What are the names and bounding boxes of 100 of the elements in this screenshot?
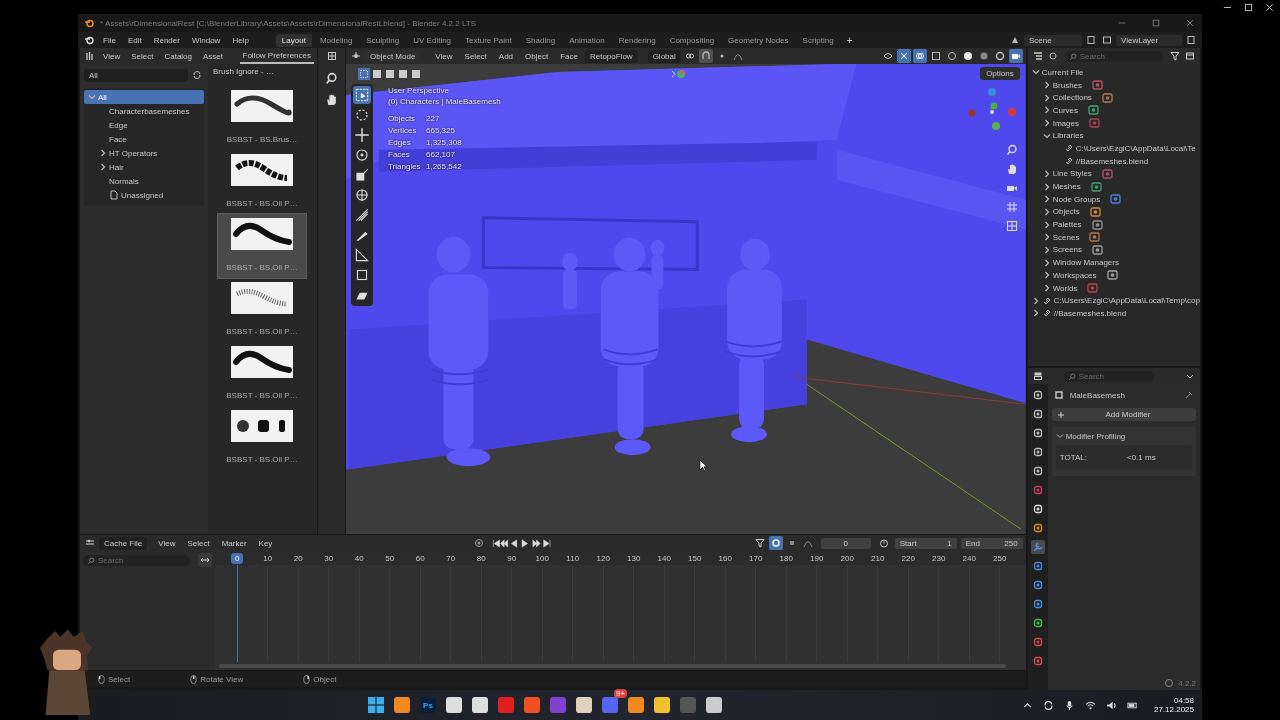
mode-dropdown[interactable]: Object Mode [365,49,421,63]
grid-icon[interactable] [1005,201,1018,213]
menu-item[interactable]: Select [126,50,159,62]
menu-item[interactable]: Select [459,50,492,62]
addon-menu-dropdown[interactable]: RetopoFlow [584,49,638,63]
menu-item[interactable]: Edit [122,34,147,46]
outliner-item[interactable]: Brushes [1027,78,1200,92]
playhead-frame-marker[interactable]: 0 [231,552,244,564]
selection-mode-icon[interactable] [410,68,422,80]
editor-dropdown[interactable]: Cache File [99,536,148,550]
outliner-item[interactable]: Objects [1027,205,1200,219]
brush-asset[interactable]: BSBST - BS.Oil P… [218,342,306,406]
brush-asset[interactable]: BSBST - BS.Brus… [218,86,306,150]
sync-icon[interactable] [1042,699,1054,711]
menu-item[interactable]: Add [493,50,519,62]
measure-tool-icon[interactable] [353,246,371,264]
move-tool-icon[interactable] [353,126,371,144]
zoom-icon[interactable] [1005,144,1018,156]
hand-icon[interactable] [1005,163,1018,175]
brush-asset[interactable]: BSBST - BS.Oil P… [218,214,306,278]
menu-item[interactable]: Select [182,537,215,549]
outliner-item[interactable]: Scenes [1027,230,1200,244]
workspace-tab[interactable]: Animation [563,33,611,47]
outliner-item[interactable]: Curves [1027,104,1200,117]
outliner-item[interactable]: C:\Users\EzgiC\AppData\Local\Temp\cop [1027,294,1200,308]
new-collection-icon[interactable] [1183,49,1197,63]
swap-icon[interactable] [198,553,212,567]
cursor-tool-icon[interactable] [353,106,371,124]
menu-item[interactable]: Window [186,34,226,46]
search-field[interactable]: Search [83,554,190,566]
outliner-item[interactable]: Meshes [1027,180,1200,193]
menu-item[interactable]: Catalog [159,50,197,62]
workspace-tab[interactable]: Rendering [612,33,662,47]
workspace-tab[interactable]: UV Editing [407,33,458,47]
start-taskbar-icon[interactable] [368,697,384,713]
outliner-item[interactable]: Window Managers [1027,256,1200,269]
zoom-icon[interactable] [325,72,338,85]
outliner-item[interactable]: Screens [1027,243,1200,257]
modifiers-tab-icon[interactable] [1030,540,1045,554]
outliner-item[interactable]: C:\Users\EzgiC\AppData\Local\Te [1027,142,1200,155]
photoshop-taskbar-icon[interactable]: Ps [420,697,436,713]
selection-mode-icon[interactable] [397,68,409,80]
search-field[interactable]: Search [1064,50,1163,62]
workspace-tab[interactable]: Compositing [663,33,721,47]
options-dropdown[interactable]: Options [980,67,1020,80]
camera-icon[interactable] [1008,49,1023,63]
outliner-item[interactable]: Palettes [1027,218,1200,231]
panel-header[interactable]: Modifier Profiling [1055,429,1192,443]
asset-folder-item[interactable]: Characterbasemeshes [84,104,204,118]
menu-item[interactable]: Key [253,537,278,549]
search-field[interactable]: Search [1063,370,1154,382]
outliner-item[interactable]: //Basemeshes.blend [1027,307,1200,320]
menu-item[interactable]: Help [227,34,254,46]
outliner-item[interactable]: //Basemeshes.blend [1027,154,1200,168]
menu-item[interactable]: Render [148,34,185,46]
workspace-tab[interactable]: Geometry Nodes [722,33,795,47]
orientation-dropdown[interactable]: Global [647,49,681,63]
gizmo-icon[interactable] [896,49,911,63]
view-layer-field[interactable]: ViewLayer [1116,34,1182,46]
workspace-tab[interactable]: Scripting [796,33,840,47]
brush-asset[interactable]: BSBST - BS.Oil P… [218,150,306,214]
scale-tool-icon[interactable] [353,166,371,184]
end-frame-field[interactable]: End 250 [960,537,1023,549]
menu-item[interactable]: View [98,50,126,62]
select-tool-icon[interactable] [353,86,371,104]
outliner-item[interactable]: Worlds [1027,281,1200,295]
asset-folder-item[interactable]: Edge [84,118,204,132]
outliner-item[interactable]: Line Styles [1027,167,1200,181]
asset-folder-item[interactable]: Unassigned [84,188,204,202]
new-icon[interactable] [1084,33,1098,47]
wifi-icon[interactable] [1084,699,1096,711]
outliner-item[interactable]: Images [1027,116,1200,130]
selection-mode-icon[interactable] [371,68,383,80]
asset-folder-item[interactable]: All [84,90,204,104]
workspace-tab[interactable]: Texture Paint [459,33,518,47]
snap-icon[interactable] [698,49,713,63]
overlays-icon[interactable] [912,49,927,63]
workspace-tab[interactable]: Sculpting [360,33,406,47]
menu-item[interactable]: View [430,50,458,62]
outliner-item[interactable]: Workspaces [1027,269,1200,282]
keying-icon[interactable] [768,536,783,550]
workspace-tab[interactable]: Shading [519,33,562,47]
add-modifier-button[interactable]: Add Modifier [1051,408,1196,421]
outliner-item[interactable]: Libraries [1027,129,1200,143]
hand-icon[interactable] [325,93,338,106]
close-icon[interactable] [1265,2,1274,12]
start-frame-field[interactable]: Start 1 [894,537,957,549]
refresh-icon[interactable] [190,68,204,82]
outliner-item[interactable]: Node Groups [1027,192,1200,206]
add-workspace-button[interactable]: + [841,33,858,47]
transform-tool-icon[interactable] [353,186,371,204]
menu-item[interactable]: Marker [216,537,252,549]
asset-folder-item[interactable]: Normals [84,174,204,188]
asset-folder-item[interactable]: Hair [84,160,204,174]
workspace-tab[interactable]: Modeling [313,33,359,47]
maximize-icon[interactable] [1244,2,1253,12]
rotate-tool-icon[interactable] [353,146,371,164]
menu-item[interactable]: File [98,34,121,46]
selection-mode-icon[interactable] [358,68,370,80]
grid-icon[interactable] [1005,220,1018,232]
